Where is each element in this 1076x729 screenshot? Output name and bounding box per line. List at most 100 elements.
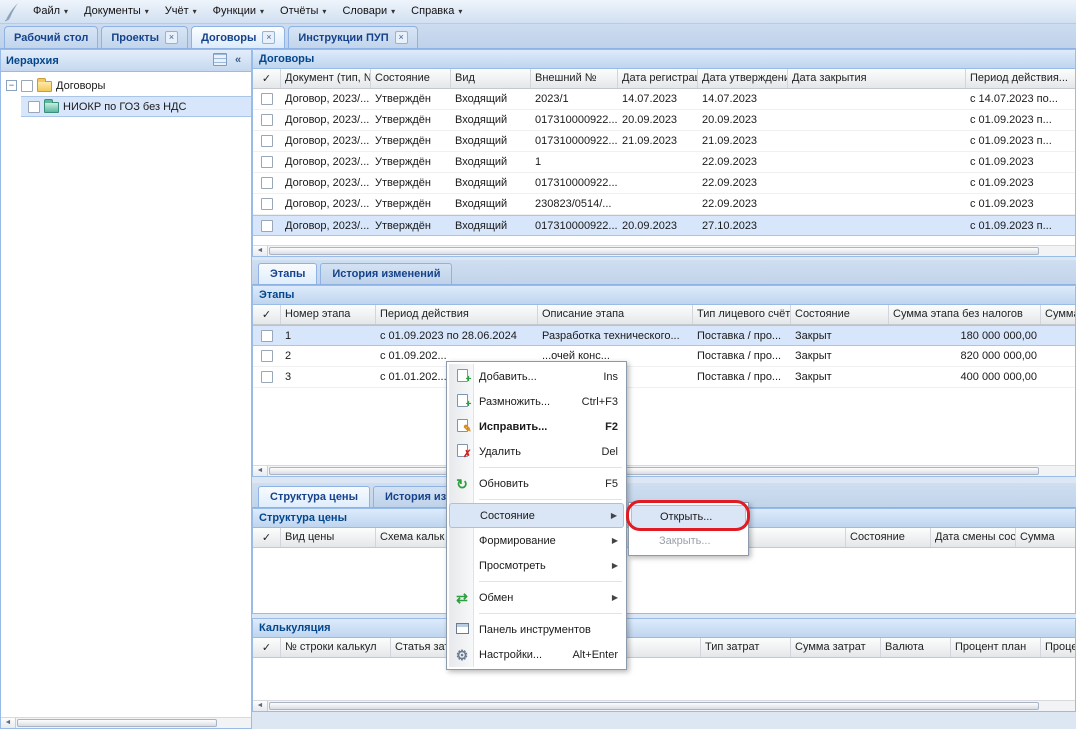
- menu-dictionaries[interactable]: Словари▾: [334, 2, 403, 21]
- hierarchy-hscrollbar[interactable]: ◄: [1, 717, 251, 728]
- column-closing-date[interactable]: Дата закрытия: [788, 69, 966, 88]
- collapse-panel-icon[interactable]: «: [230, 53, 246, 69]
- menu-item-exchange[interactable]: ⇄ Обмен ▶: [449, 585, 624, 610]
- column-external-number[interactable]: Внешний №: [531, 69, 618, 88]
- row-checkbox[interactable]: [261, 350, 273, 362]
- column-check[interactable]: ✓: [253, 638, 281, 657]
- scrollbar-thumb[interactable]: [269, 702, 1039, 710]
- scroll-left-icon[interactable]: ◄: [253, 701, 268, 711]
- table-row[interactable]: Договор, 2023/...УтверждёнВходящий122.09…: [253, 152, 1075, 173]
- tab-contracts[interactable]: Договоры×: [191, 26, 285, 48]
- column-sum[interactable]: Сумма: [1041, 305, 1076, 324]
- row-checkbox[interactable]: [261, 177, 273, 189]
- tab-instructions[interactable]: Инструкции ПУП×: [288, 26, 417, 48]
- row-checkbox[interactable]: [261, 198, 273, 210]
- menu-item-edit[interactable]: ✎ Исправить... F2: [449, 414, 624, 439]
- column-calc-line-number[interactable]: № строки калькул: [281, 638, 391, 657]
- tab-price-structure[interactable]: Структура цены: [258, 486, 370, 507]
- close-icon[interactable]: ×: [395, 31, 408, 44]
- column-state[interactable]: Состояние: [371, 69, 451, 88]
- close-icon[interactable]: ×: [165, 31, 178, 44]
- row-checkbox[interactable]: [261, 330, 273, 342]
- submenu-item-open[interactable]: Открыть...: [631, 505, 746, 529]
- menu-item-delete[interactable]: ✗ Удалить Del: [449, 439, 624, 464]
- close-icon[interactable]: ×: [262, 31, 275, 44]
- tab-desktop[interactable]: Рабочий стол: [4, 26, 98, 48]
- table-row-selected[interactable]: 1с 01.09.2023 по 28.06.2024Разработка те…: [253, 325, 1075, 346]
- tab-stages[interactable]: Этапы: [258, 263, 317, 284]
- menu-functions[interactable]: Функции▾: [205, 2, 272, 21]
- row-checkbox[interactable]: [261, 135, 273, 147]
- row-checkbox[interactable]: [261, 93, 273, 105]
- column-registration-date[interactable]: Дата регистрации: [618, 69, 698, 88]
- menu-file[interactable]: Файл▾: [25, 2, 76, 21]
- column-document[interactable]: Документ (тип, №: [281, 69, 371, 88]
- tree-node-checkbox[interactable]: [28, 101, 40, 113]
- column-state[interactable]: Состояние: [791, 305, 889, 324]
- column-percent-fact[interactable]: Процент ф: [1041, 638, 1076, 657]
- row-checkbox[interactable]: [261, 371, 273, 383]
- menu-item-view[interactable]: Просмотреть ▶: [449, 553, 624, 578]
- column-sum[interactable]: Сумма: [1016, 528, 1076, 547]
- menu-item-duplicate[interactable]: + Размножить... Ctrl+F3: [449, 389, 624, 414]
- menu-documents[interactable]: Документы▾: [76, 2, 157, 21]
- table-row[interactable]: 2с 01.09.202......очей конс...Поставка /…: [253, 346, 1075, 367]
- column-cost-sum[interactable]: Сумма затрат: [791, 638, 881, 657]
- scrollbar-thumb[interactable]: [17, 719, 217, 727]
- tree-node-checkbox[interactable]: [21, 80, 33, 92]
- column-approval-date[interactable]: Дата утверждения: [698, 69, 788, 88]
- contracts-hscrollbar[interactable]: ◄: [253, 245, 1075, 256]
- table-row[interactable]: Договор, 2023/...УтверждёнВходящий2023/1…: [253, 89, 1075, 110]
- menu-item-formation[interactable]: Формирование ▶: [449, 528, 624, 553]
- column-check[interactable]: ✓: [253, 528, 281, 547]
- scroll-left-icon[interactable]: ◄: [1, 718, 16, 728]
- table-row[interactable]: Договор, 2023/...УтверждёнВходящий017310…: [253, 173, 1075, 194]
- table-row[interactable]: Договор, 2023/...УтверждёнВходящий017310…: [253, 110, 1075, 131]
- tab-change-history[interactable]: История изменений: [320, 263, 452, 284]
- column-sum-no-tax[interactable]: Сумма этапа без налогов: [889, 305, 1041, 324]
- menu-accounting[interactable]: Учёт▾: [157, 2, 205, 21]
- column-currency[interactable]: Валюта: [881, 638, 951, 657]
- calc-hscrollbar[interactable]: ◄: [253, 700, 1075, 711]
- menu-reports[interactable]: Отчёты▾: [272, 2, 334, 21]
- column-check[interactable]: ✓: [253, 305, 281, 324]
- menu-item-refresh[interactable]: ↻ Обновить F5: [449, 471, 624, 496]
- tab-projects[interactable]: Проекты×: [101, 26, 188, 48]
- column-percent-plan[interactable]: Процент план: [951, 638, 1041, 657]
- table-row[interactable]: Договор, 2023/...УтверждёнВходящий230823…: [253, 194, 1075, 215]
- column-description[interactable]: Описание этапа: [538, 305, 693, 324]
- tree-node-contracts[interactable]: − Договоры: [1, 75, 251, 96]
- column-cost-type[interactable]: Тип затрат: [701, 638, 791, 657]
- view-options-icon[interactable]: [212, 53, 228, 69]
- column-stage-number[interactable]: Номер этапа: [281, 305, 376, 324]
- column-validity-period[interactable]: Период действия...: [966, 69, 1076, 88]
- tree-expand-icon[interactable]: −: [6, 80, 17, 91]
- menu-item-toolbar[interactable]: Панель инструментов: [449, 617, 624, 642]
- table-row[interactable]: Договор, 2023/...УтверждёнВходящий017310…: [253, 131, 1075, 152]
- row-checkbox[interactable]: [261, 114, 273, 126]
- column-kind[interactable]: Вид: [451, 69, 531, 88]
- column-state-change-date[interactable]: Дата смены состоя: [931, 528, 1016, 547]
- column-state[interactable]: Состояние: [846, 528, 931, 547]
- hierarchy-tree: − Договоры НИОКР по ГОЗ без НДС: [1, 72, 251, 717]
- table-row[interactable]: 3с 01.01.202......зделия и ...Поставка /…: [253, 367, 1075, 388]
- menu-item-settings[interactable]: ⚙ Настройки... Alt+Enter: [449, 642, 624, 667]
- column-account-type[interactable]: Тип лицевого счёт: [693, 305, 791, 324]
- column-price-kind[interactable]: Вид цены: [281, 528, 376, 547]
- row-checkbox[interactable]: [261, 220, 273, 232]
- scrollbar-thumb[interactable]: [269, 467, 1039, 475]
- submenu-item-close[interactable]: Закрыть...: [631, 529, 746, 553]
- menu-item-add[interactable]: + Добавить... Ins: [449, 364, 624, 389]
- scroll-left-icon[interactable]: ◄: [253, 466, 268, 476]
- column-period[interactable]: Период действия: [376, 305, 538, 324]
- row-checkbox[interactable]: [261, 156, 273, 168]
- column-check[interactable]: ✓: [253, 69, 281, 88]
- tree-node-niokr[interactable]: НИОКР по ГОЗ без НДС: [21, 96, 251, 117]
- scrollbar-thumb[interactable]: [269, 247, 1039, 255]
- menu-item-state[interactable]: Состояние ▶: [449, 503, 624, 528]
- menu-help[interactable]: Справка▾: [403, 2, 470, 21]
- scroll-left-icon[interactable]: ◄: [253, 246, 268, 256]
- stages-hscrollbar[interactable]: ◄: [253, 465, 1075, 476]
- table-row-selected[interactable]: Договор, 2023/...УтверждёнВходящий017310…: [253, 215, 1075, 236]
- cell-state: Закрыт: [791, 346, 889, 366]
